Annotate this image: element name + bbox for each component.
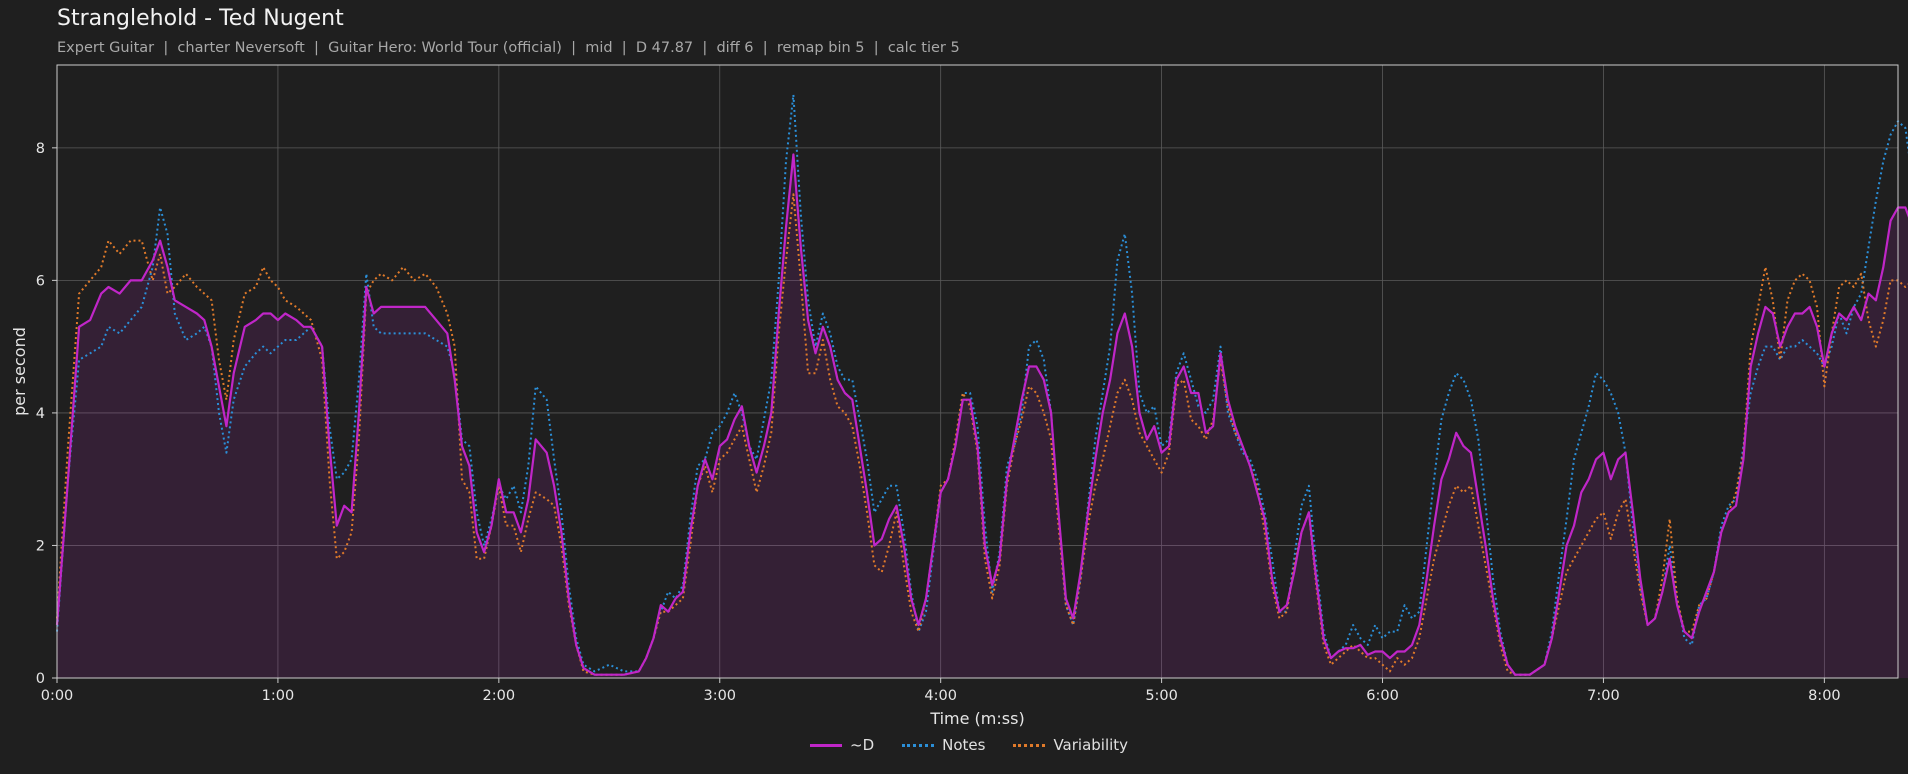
x-axis-label: Time (m:ss) [929, 709, 1024, 728]
x-tick-label: 6:00 [1366, 688, 1399, 704]
chart-legend: ~D Notes Variability [810, 736, 1128, 754]
legend-item-d: ~D [810, 736, 874, 754]
legend-label-d: ~D [850, 736, 875, 754]
area-layer [57, 154, 1908, 678]
series-area-d [57, 154, 1908, 678]
y-tick-label: 0 [36, 671, 45, 687]
y-tick-label: 2 [36, 538, 45, 554]
y-axis-label: per second [10, 327, 29, 416]
x-tick-label: 2:00 [483, 688, 516, 704]
x-tick-label: 1:00 [262, 688, 295, 704]
y-tick-label: 6 [36, 273, 45, 289]
y-tick-label: 4 [36, 406, 45, 422]
chart-canvas: 0:00 1:00 2:00 3:00 4:00 5:00 6:00 7:00 8:00 0 2 4 6… [10, 64, 1908, 728]
legend-item-variability: Variability [1013, 736, 1128, 754]
x-tick-label: 5:00 [1145, 688, 1178, 704]
x-tick-label: 0:00 [41, 688, 74, 704]
legend-swatch-notes [902, 743, 935, 747]
x-tick-label: 8:00 [1808, 688, 1841, 704]
y-tick-label: 8 [36, 141, 45, 157]
legend-swatch-d [810, 743, 842, 747]
legend-swatch-variability [1013, 743, 1046, 747]
legend-item-notes: Notes [902, 736, 985, 754]
x-tick-label: 4:00 [924, 688, 957, 704]
x-tick-label: 7:00 [1587, 688, 1620, 704]
x-tick-label: 3:00 [703, 688, 736, 704]
legend-label-variability: Variability [1053, 736, 1129, 754]
legend-label-notes: Notes [942, 736, 986, 754]
